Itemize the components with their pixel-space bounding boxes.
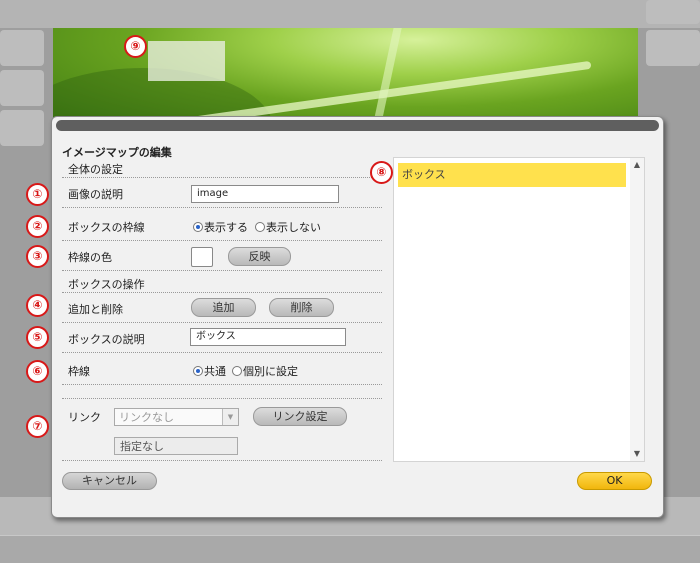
image-description-input[interactable] — [191, 185, 339, 203]
remove-box-button[interactable]: 削除 — [269, 298, 334, 317]
row-border-color: 枠線の色 反映 — [62, 242, 382, 271]
cancel-button[interactable]: キャンセル — [62, 472, 157, 490]
image-map-editor-dialog: イメージマップの編集 全体の設定 画像の説明 ボックスの枠線 表示する 表示しな… — [51, 116, 664, 518]
row-box-description: ボックスの説明 — [62, 324, 382, 353]
border-color-swatch[interactable] — [191, 247, 213, 267]
row-border-mode: 枠線 共通 個別に設定 — [62, 356, 382, 385]
sidebar-tile — [0, 70, 44, 106]
sidebar-tile — [0, 110, 44, 146]
page-header-bar — [0, 0, 700, 28]
radio-border-common-label: 共通 — [204, 365, 226, 378]
scroll-up-arrow-icon[interactable]: ▲ — [630, 158, 644, 172]
apply-color-button[interactable]: 反映 — [228, 247, 291, 266]
row-box-border: ボックスの枠線 表示する 表示しない — [62, 212, 382, 241]
box-list-panel: ボックス ▲ ▼ — [393, 157, 645, 462]
chevron-down-icon[interactable]: ▼ — [222, 409, 238, 425]
add-box-button[interactable]: 追加 — [191, 298, 256, 317]
box-list-scrollbar[interactable]: ▲ ▼ — [630, 158, 644, 461]
section-label: ボックスの操作 — [68, 278, 145, 291]
link-type-select-value: リンクなし — [119, 411, 174, 424]
row-add-remove: 追加と削除 追加 削除 — [62, 294, 382, 323]
border-color-label: 枠線の色 — [68, 251, 112, 264]
row-spacer — [62, 386, 382, 399]
radio-hide-border-label: 表示しない — [266, 221, 321, 234]
radio-border-individual[interactable] — [232, 366, 242, 376]
callout-4: ④ — [26, 294, 49, 317]
page-footer-strip — [0, 535, 700, 563]
callout-1: ① — [26, 183, 49, 206]
sidebar-tile — [646, 0, 700, 24]
callout-8: ⑧ — [370, 161, 393, 184]
border-mode-label: 枠線 — [68, 365, 90, 378]
row-link: リンク リンクなし ▼ リンク設定 指定なし — [62, 400, 382, 461]
image-map-hotspot-box[interactable] — [148, 41, 225, 81]
ok-button[interactable]: OK — [577, 472, 652, 490]
link-type-select[interactable]: リンクなし ▼ — [114, 408, 239, 426]
callout-5: ⑤ — [26, 326, 49, 349]
radio-show-border[interactable] — [193, 222, 203, 232]
section-label: 全体の設定 — [68, 163, 123, 176]
callout-2: ② — [26, 215, 49, 238]
radio-border-individual-label: 個別に設定 — [243, 365, 298, 378]
link-settings-button[interactable]: リンク設定 — [253, 407, 347, 426]
link-label: リンク — [68, 411, 101, 424]
link-target-field: 指定なし — [114, 437, 238, 455]
radio-hide-border[interactable] — [255, 222, 265, 232]
row-image-description: 画像の説明 — [62, 179, 382, 208]
box-description-label: ボックスの説明 — [68, 333, 145, 346]
sidebar-tile — [646, 30, 700, 66]
callout-9: ⑨ — [124, 35, 147, 58]
box-description-input[interactable] — [190, 328, 346, 346]
section-box-operations: ボックスの操作 — [62, 272, 382, 293]
scroll-down-arrow-icon[interactable]: ▼ — [630, 447, 644, 461]
section-global-settings: 全体の設定 — [62, 158, 382, 178]
radio-border-common[interactable] — [193, 366, 203, 376]
sidebar-tile — [0, 30, 44, 66]
dialog-titlebar[interactable] — [56, 120, 659, 131]
add-remove-label: 追加と削除 — [68, 303, 123, 316]
radio-show-border-label: 表示する — [204, 221, 248, 234]
callout-6: ⑥ — [26, 360, 49, 383]
callout-7: ⑦ — [26, 415, 49, 438]
callout-3: ③ — [26, 245, 49, 268]
box-list-item[interactable]: ボックス — [398, 163, 626, 187]
image-description-label: 画像の説明 — [68, 188, 123, 201]
box-border-label: ボックスの枠線 — [68, 221, 145, 234]
